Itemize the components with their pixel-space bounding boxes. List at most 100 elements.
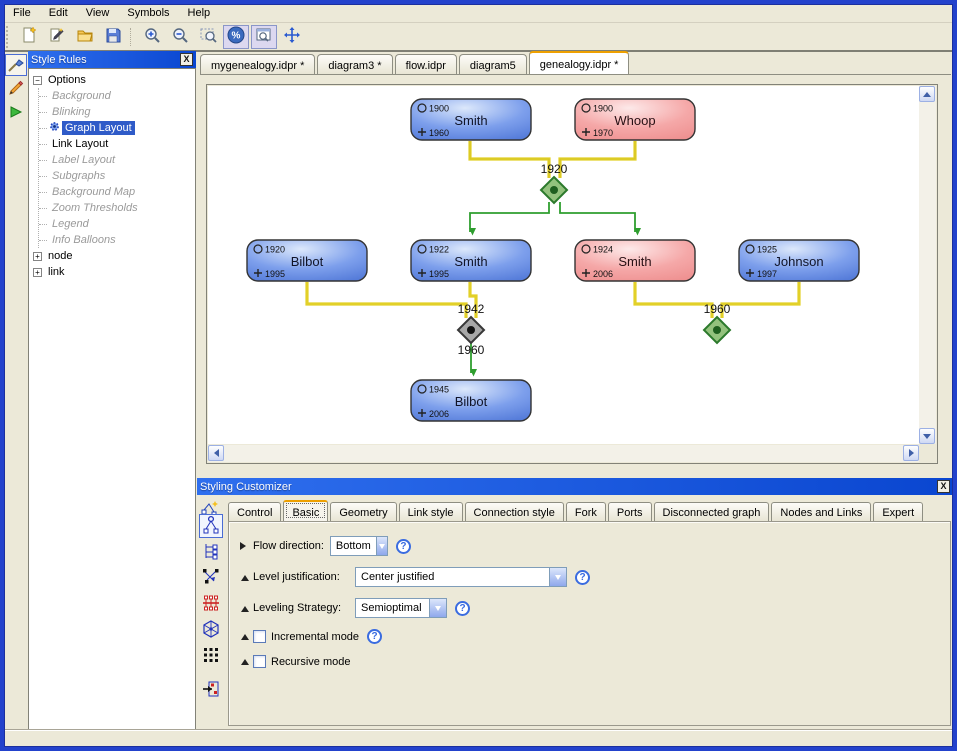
tree-node-link[interactable]: + link <box>33 264 195 280</box>
tab-expert[interactable]: Expert <box>873 502 923 521</box>
tree-node-label-layout[interactable]: Label Layout <box>49 152 195 168</box>
tree-node-zoom-thresholds[interactable]: Zoom Thresholds <box>49 200 195 216</box>
triangle-up-icon[interactable] <box>239 574 251 581</box>
triangle-up-icon[interactable] <box>239 633 251 640</box>
zoom-out-button[interactable] <box>167 25 193 49</box>
expand-icon[interactable]: + <box>33 268 42 277</box>
collapse-icon[interactable]: − <box>33 76 42 85</box>
chevron-down-icon[interactable] <box>376 537 387 555</box>
incremental-mode-checkbox[interactable] <box>253 630 266 643</box>
help-icon[interactable]: ? <box>367 629 382 644</box>
hierarchical-layout-button[interactable] <box>199 514 223 538</box>
menu-file[interactable]: File <box>4 5 40 21</box>
person-node-johnson-1925[interactable]: 1925 Johnson 1997 <box>739 240 859 281</box>
tab-control[interactable]: Control <box>228 502 281 521</box>
grid-layout-button[interactable] <box>199 644 223 668</box>
tree-node-background-map[interactable]: Background Map <box>49 184 195 200</box>
tab-mygenealogy[interactable]: mygenealogy.idpr * <box>200 54 315 74</box>
person-node-bilbot-1945[interactable]: 1945 Bilbot 2006 <box>411 380 531 421</box>
tab-basic[interactable]: Basic <box>283 500 328 521</box>
menu-view[interactable]: View <box>77 5 119 21</box>
zoom-fit-button[interactable] <box>195 25 221 49</box>
tab-connection-style[interactable]: Connection style <box>465 502 564 521</box>
tree-node-graph-layout[interactable]: Graph Layout <box>49 120 195 136</box>
scroll-down-button[interactable] <box>919 428 935 444</box>
tree-node-legend[interactable]: Legend <box>49 216 195 232</box>
style-rules-close-button[interactable]: X <box>180 53 193 66</box>
tree-node-link-layout[interactable]: Link Layout <box>49 136 195 152</box>
marriage-node-1920[interactable]: 1920 <box>541 162 568 203</box>
person-node-smith-1900[interactable]: 1900 Smith 1960 <box>411 99 531 140</box>
scroll-up-button[interactable] <box>919 86 935 102</box>
help-icon[interactable]: ? <box>455 601 470 616</box>
scroll-left-button[interactable] <box>208 445 224 461</box>
vertical-scrollbar[interactable] <box>919 86 936 444</box>
tree-label[interactable]: Options <box>45 73 89 87</box>
tree-layout-button[interactable] <box>199 540 223 564</box>
run-button[interactable] <box>5 102 27 124</box>
style-brush-button[interactable] <box>5 54 27 76</box>
diagram-canvas[interactable]: 1920 1942 1960 1960 1900 <box>208 86 919 444</box>
edit-pencil-button[interactable] <box>5 78 27 100</box>
tab-fork[interactable]: Fork <box>566 502 606 521</box>
tree-label[interactable]: Zoom Thresholds <box>49 201 141 215</box>
scroll-right-button[interactable] <box>903 445 919 461</box>
zoom-percent-button[interactable]: % <box>223 25 249 49</box>
tree-node-node[interactable]: + node <box>33 248 195 264</box>
tree-label[interactable]: Background Map <box>49 185 138 199</box>
tree-node-background[interactable]: Background <box>49 88 195 104</box>
tree-label[interactable]: Graph Layout <box>62 121 135 135</box>
tab-diagram3[interactable]: diagram3 * <box>317 54 392 74</box>
overview-button[interactable] <box>251 25 277 49</box>
child-links[interactable] <box>470 202 635 373</box>
marriage-node-1942[interactable]: 1942 1960 <box>458 302 485 357</box>
chevron-down-icon[interactable] <box>429 599 446 617</box>
level-justification-select[interactable]: Center justified <box>355 567 567 587</box>
triangle-up-icon[interactable] <box>239 605 251 612</box>
triangle-up-icon[interactable] <box>239 658 251 665</box>
menu-symbols[interactable]: Symbols <box>118 5 178 21</box>
tree-node-info-balloons[interactable]: Info Balloons <box>49 232 195 248</box>
new-file-button[interactable] <box>16 25 42 49</box>
leveling-strategy-select[interactable]: Semioptimal <box>355 598 447 618</box>
menu-help[interactable]: Help <box>179 5 220 21</box>
tree-label[interactable]: node <box>45 249 75 263</box>
person-node-whoop-1900[interactable]: 1900 Whoop 1970 <box>575 99 695 140</box>
triangle-right-icon[interactable] <box>239 542 251 550</box>
tab-ports[interactable]: Ports <box>608 502 652 521</box>
tree-label[interactable]: Link Layout <box>49 137 111 151</box>
tree-label[interactable]: link <box>45 265 68 279</box>
tree-node-subgraphs[interactable]: Subgraphs <box>49 168 195 184</box>
open-button[interactable] <box>72 25 98 49</box>
tree-node-options[interactable]: − Options <box>33 72 195 88</box>
horizontal-scrollbar[interactable] <box>208 445 919 462</box>
toolbar-grip[interactable] <box>6 26 11 48</box>
tab-disconnected-graph[interactable]: Disconnected graph <box>654 502 770 521</box>
flow-direction-select[interactable]: Bottom <box>330 536 388 556</box>
tree-label[interactable]: Info Balloons <box>49 233 119 247</box>
tree-label[interactable]: Legend <box>49 217 92 231</box>
pan-button[interactable] <box>279 25 305 49</box>
expand-icon[interactable]: + <box>33 252 42 261</box>
chevron-down-icon[interactable] <box>549 568 566 586</box>
tree-label[interactable]: Background <box>49 89 114 103</box>
tab-diagram5[interactable]: diagram5 <box>459 54 527 74</box>
tab-link-style[interactable]: Link style <box>399 502 463 521</box>
help-icon[interactable]: ? <box>575 570 590 585</box>
tab-geometry[interactable]: Geometry <box>330 502 396 521</box>
random-layout-button[interactable] <box>199 678 223 702</box>
tab-nodes-and-links[interactable]: Nodes and Links <box>771 502 871 521</box>
marriage-node-1960[interactable]: 1960 <box>704 302 731 343</box>
tab-flow[interactable]: flow.idpr <box>395 54 457 74</box>
bus-layout-button[interactable] <box>199 592 223 616</box>
zoom-in-button[interactable] <box>139 25 165 49</box>
save-button[interactable] <box>100 25 126 49</box>
tree-node-blinking[interactable]: Blinking <box>49 104 195 120</box>
help-icon[interactable]: ? <box>396 539 411 554</box>
tree-label[interactable]: Label Layout <box>49 153 118 167</box>
new-diagram-button[interactable] <box>44 25 70 49</box>
tree-label[interactable]: Blinking <box>49 105 94 119</box>
customizer-close-button[interactable]: X <box>937 480 950 493</box>
tab-genealogy[interactable]: genealogy.idpr * <box>529 51 630 74</box>
menu-edit[interactable]: Edit <box>40 5 77 21</box>
